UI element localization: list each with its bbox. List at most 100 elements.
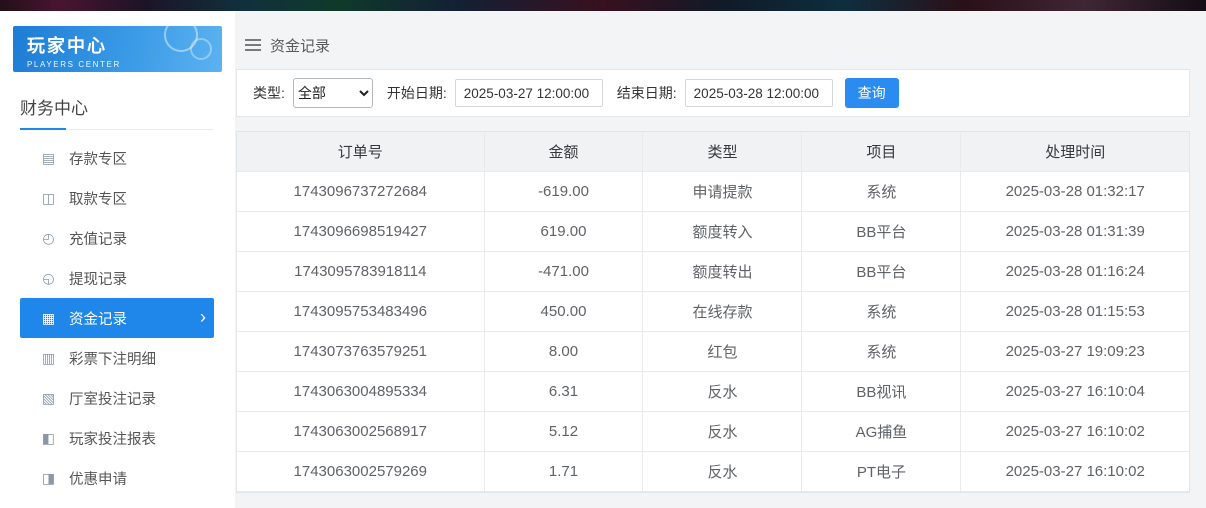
cell-order-id: 1743096698519427: [237, 212, 485, 252]
page-title: 资金记录: [270, 35, 330, 56]
table-row: 1743096737272684 -619.00 申请提款 系统 2025-03…: [237, 172, 1189, 212]
page: 玩家中心 PLAYERS CENTER 财务中心 ▤ 存款专区 › ◫ 取款专区…: [0, 11, 1206, 508]
sidebar-item-label: 优惠申请: [69, 468, 206, 489]
column-header: 项目: [802, 132, 961, 172]
sidebar-menu-item[interactable]: ▩ 优惠申请记录 ›: [20, 498, 214, 508]
cell-type: 红包: [643, 332, 802, 372]
cell-type: 申请提款: [643, 172, 802, 212]
cell-process-time: 2025-03-28 01:16:24: [961, 252, 1189, 292]
cell-process-time: 2025-03-27 19:09:23: [961, 332, 1189, 372]
cell-process-time: 2025-03-27 16:10:02: [961, 412, 1189, 452]
cell-project: BB平台: [802, 212, 961, 252]
cell-process-time: 2025-03-27 16:10:04: [961, 372, 1189, 412]
brand-subtitle: PLAYERS CENTER: [27, 60, 222, 69]
cell-order-id: 1743073763579251: [237, 332, 485, 372]
main-content: 资金记录 类型: 全部 开始日期: 结束日期: 查询 订单号 金额 类型: [235, 11, 1206, 508]
cell-type: 额度转出: [643, 252, 802, 292]
withdraw-zone-icon: ◫: [40, 190, 57, 207]
type-label: 类型:: [253, 83, 285, 103]
sidebar-item-label: 厅室投注记录: [69, 388, 206, 409]
sidebar-menu-item[interactable]: ▤ 存款专区 ›: [20, 138, 214, 178]
cell-project: 系统: [802, 292, 961, 332]
sidebar-item-label: 提现记录: [69, 268, 206, 289]
sidebar-item-label: 彩票下注明细: [69, 348, 206, 369]
table-row: 1743063002579269 1.71 反水 PT电子 2025-03-27…: [237, 452, 1189, 492]
cell-type: 反水: [643, 412, 802, 452]
sidebar-menu-item[interactable]: ◫ 取款专区 ›: [20, 178, 214, 218]
player-bet-report-icon: ◧: [40, 430, 57, 447]
sidebar-menu-item[interactable]: ◴ 充值记录 ›: [20, 218, 214, 258]
column-header: 金额: [485, 132, 644, 172]
recharge-record-icon: ◴: [40, 230, 57, 247]
cell-project: AG捕鱼: [802, 412, 961, 452]
sidebar-menu: ▤ 存款专区 › ◫ 取款专区 › ◴ 充值记录 › ◵: [0, 138, 235, 508]
sidebar-menu-item[interactable]: ▥ 彩票下注明细 ›: [20, 338, 214, 378]
end-date-label: 结束日期:: [617, 83, 677, 103]
search-button[interactable]: 查询: [845, 78, 899, 108]
funds-table: 订单号 金额 类型 项目 处理时间 1743096737272684 -619.…: [236, 131, 1190, 493]
table-row: 1743096698519427 619.00 额度转入 BB平台 2025-0…: [237, 212, 1189, 252]
cell-project: BB视讯: [802, 372, 961, 412]
table-row: 1743063002568917 5.12 反水 AG捕鱼 2025-03-27…: [237, 412, 1189, 452]
cell-project: PT电子: [802, 452, 961, 492]
cell-project: 系统: [802, 332, 961, 372]
sidebar-menu-item[interactable]: ◧ 玩家投注报表 ›: [20, 418, 214, 458]
type-select[interactable]: 全部: [293, 78, 373, 108]
withdrawal-record-icon: ◵: [40, 270, 57, 287]
table-row: 1743095753483496 450.00 在线存款 系统 2025-03-…: [237, 292, 1189, 332]
cell-process-time: 2025-03-28 01:15:53: [961, 292, 1189, 332]
brand-card: 玩家中心 PLAYERS CENTER: [13, 26, 222, 72]
table-row: 1743095783918114 -471.00 额度转出 BB平台 2025-…: [237, 252, 1189, 292]
cell-process-time: 2025-03-28 01:31:39: [961, 212, 1189, 252]
cell-project: BB平台: [802, 252, 961, 292]
sidebar-item-label: 资金记录: [69, 308, 200, 329]
sidebar-section-title: 财务中心: [20, 99, 88, 118]
column-header: 类型: [643, 132, 802, 172]
cell-type: 反水: [643, 452, 802, 492]
breadcrumb: 资金记录: [236, 11, 1190, 55]
cell-process-time: 2025-03-28 01:32:17: [961, 172, 1189, 212]
column-header: 处理时间: [961, 132, 1189, 172]
cell-amount: 6.31: [485, 372, 644, 412]
sidebar-section-header: 财务中心: [20, 94, 214, 130]
cell-process-time: 2025-03-27 16:10:02: [961, 452, 1189, 492]
cell-amount: 450.00: [485, 292, 644, 332]
sidebar: 玩家中心 PLAYERS CENTER 财务中心 ▤ 存款专区 › ◫ 取款专区…: [0, 11, 235, 508]
sidebar-item-label: 取款专区: [69, 188, 206, 209]
start-date-input[interactable]: [455, 79, 603, 107]
cell-order-id: 1743096737272684: [237, 172, 485, 212]
top-banner: [0, 0, 1206, 11]
sidebar-item-label: 玩家投注报表: [69, 428, 206, 449]
table-header-row: 订单号 金额 类型 项目 处理时间: [237, 132, 1189, 172]
cell-order-id: 1743095753483496: [237, 292, 485, 332]
cell-amount: 1.71: [485, 452, 644, 492]
filter-bar: 类型: 全部 开始日期: 结束日期: 查询: [236, 69, 1190, 117]
sidebar-menu-item[interactable]: ◵ 提现记录 ›: [20, 258, 214, 298]
cell-type: 反水: [643, 372, 802, 412]
end-date-input[interactable]: [685, 79, 833, 107]
sidebar-menu-item[interactable]: ▦ 资金记录 ›: [20, 298, 214, 338]
sidebar-menu-item[interactable]: ▧ 厅室投注记录 ›: [20, 378, 214, 418]
menu-toggle-icon[interactable]: [245, 36, 261, 54]
hall-bet-record-icon: ▧: [40, 390, 57, 407]
table-row: 1743073763579251 8.00 红包 系统 2025-03-27 1…: [237, 332, 1189, 372]
cell-amount: -619.00: [485, 172, 644, 212]
cell-order-id: 1743063002579269: [237, 452, 485, 492]
table-body: 1743096737272684 -619.00 申请提款 系统 2025-03…: [237, 172, 1189, 492]
sidebar-item-label: 充值记录: [69, 228, 206, 249]
deposit-zone-icon: ▤: [40, 150, 57, 167]
cell-amount: 8.00: [485, 332, 644, 372]
cell-amount: 5.12: [485, 412, 644, 452]
funds-record-icon: ▦: [40, 310, 57, 327]
cell-project: 系统: [802, 172, 961, 212]
cell-amount: 619.00: [485, 212, 644, 252]
cell-order-id: 1743063004895334: [237, 372, 485, 412]
cell-type: 额度转入: [643, 212, 802, 252]
sidebar-menu-item[interactable]: ◨ 优惠申请 ›: [20, 458, 214, 498]
table-row: 1743063004895334 6.31 反水 BB视讯 2025-03-27…: [237, 372, 1189, 412]
sidebar-item-label: 存款专区: [69, 148, 206, 169]
cell-order-id: 1743063002568917: [237, 412, 485, 452]
cell-amount: -471.00: [485, 252, 644, 292]
start-date-label: 开始日期:: [387, 83, 447, 103]
cell-type: 在线存款: [643, 292, 802, 332]
